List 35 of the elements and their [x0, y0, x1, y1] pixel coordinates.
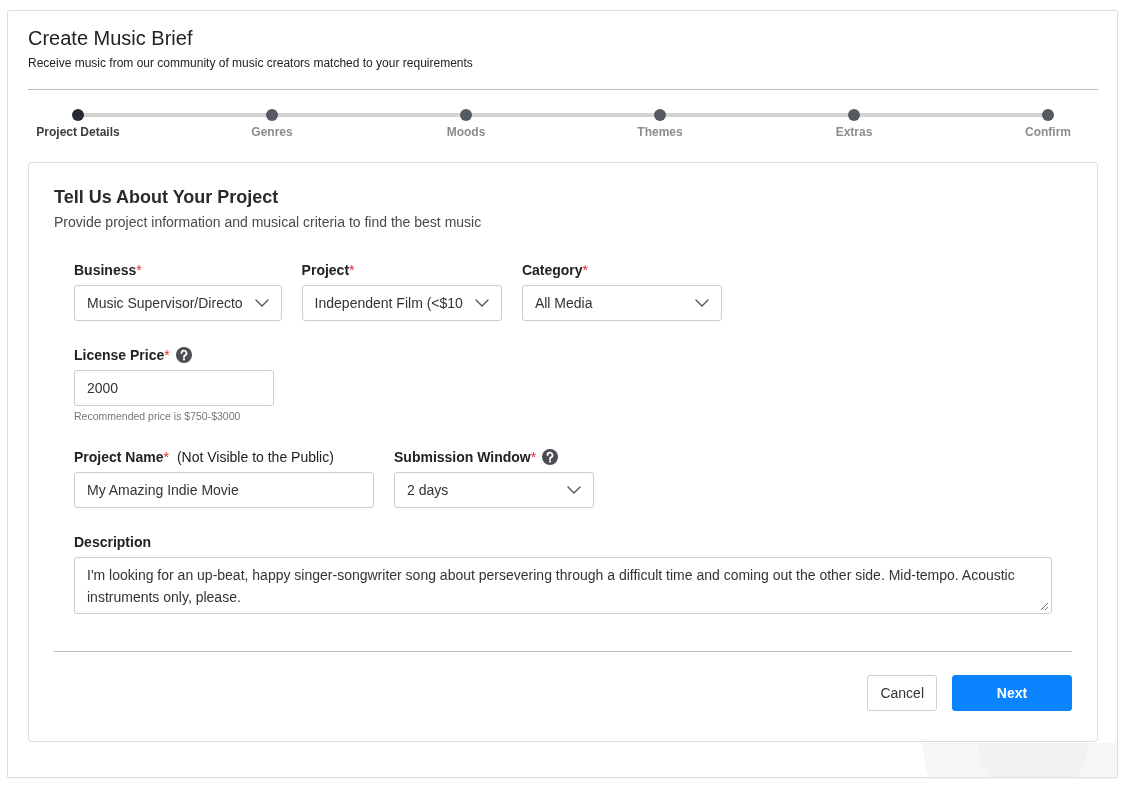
- help-icon[interactable]: [542, 449, 559, 465]
- description-field[interactable]: I'm looking for an up-beat, happy singer-songwriter song about persevering through a difficult time and coming out the other side. Mid-tempo. Acoustic instruments only, please.: [74, 557, 1052, 614]
- step-label: Moods: [446, 124, 486, 140]
- dropdown-field[interactable]: 2 days: [394, 472, 594, 508]
- cancel-button[interactable]: Cancel: [867, 675, 937, 711]
- step-label: Confirm: [1025, 124, 1071, 140]
- field-note: (Not Visible to the Public): [176, 448, 334, 466]
- help-icon[interactable]: [175, 347, 192, 363]
- chevron-down-icon: [474, 299, 489, 307]
- chevron-down-icon: [694, 299, 709, 307]
- page-title: Create Music Brief: [28, 26, 194, 50]
- step-label: Extras: [835, 124, 873, 140]
- section-subtitle: Provide project information and musical criteria to find the best music: [54, 213, 483, 231]
- field-hint: Recommended price is $750-$3000: [74, 410, 242, 423]
- field-label: Project Name*: [74, 448, 169, 466]
- dropdown-field[interactable]: Music Supervisor/Directo: [74, 285, 282, 321]
- field-label: Submission Window*: [394, 448, 537, 466]
- chevron-down-icon: [254, 299, 269, 307]
- step-label: Themes: [637, 124, 683, 140]
- field-label: License Price*: [74, 346, 170, 364]
- dropdown-field[interactable]: All Media: [521, 285, 722, 321]
- dropdown-field[interactable]: Independent Film (<$10: [301, 285, 502, 321]
- field-label: Project*: [301, 261, 355, 279]
- field-label: Category*: [521, 261, 588, 279]
- input-field[interactable]: 2000: [74, 370, 274, 406]
- chevron-down-icon: [567, 486, 581, 494]
- page-subtitle: Receive music from our community of music creators matched to your requirements: [28, 55, 474, 71]
- next-button[interactable]: Next: [952, 675, 1072, 711]
- field-label: Business*: [74, 261, 142, 279]
- step-label: Project Details: [36, 124, 120, 140]
- resize-grip-icon: [1040, 602, 1049, 611]
- field-label: Description: [74, 533, 151, 551]
- input-field[interactable]: My Amazing Indie Movie: [74, 472, 374, 508]
- step-label: Genres: [251, 124, 293, 140]
- section-title: Tell Us About Your Project: [54, 186, 280, 208]
